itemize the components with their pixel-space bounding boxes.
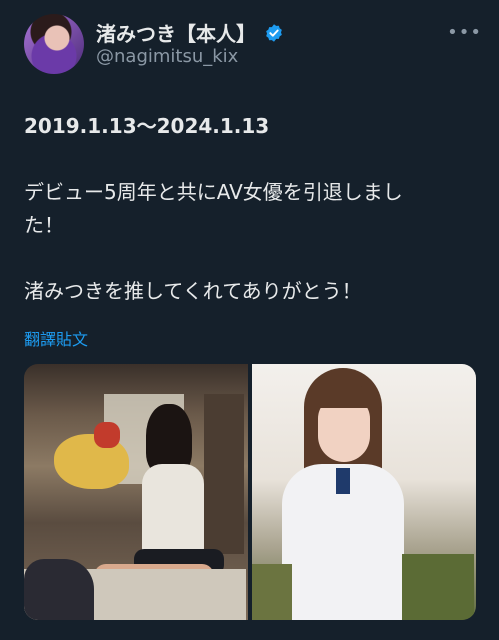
avatar[interactable] [24, 14, 84, 74]
tweet-text: 2019.1.13〜2024.1.13 デビュー5周年と共にAV女優を引退しまし… [24, 110, 474, 308]
announcement-line-1: デビュー5周年と共にAV女優を引退しまし [24, 180, 403, 204]
announcement-line-2: た！ [24, 213, 64, 237]
photo-bedroom[interactable] [24, 364, 248, 620]
verified-badge-icon [266, 23, 282, 42]
date-range-text: 2019.1.13〜2024.1.13 [24, 114, 270, 138]
translate-post-link[interactable]: 翻譯貼文 [24, 326, 88, 350]
media-grid [24, 364, 476, 620]
user-handle[interactable]: @nagimitsu_kix [96, 46, 238, 67]
photo-portrait[interactable] [252, 364, 476, 620]
tweet-header: 渚みつき【本人】 @nagimitsu_kix ••• [24, 14, 484, 76]
name-row: 渚みつき【本人】 [96, 18, 284, 47]
display-name[interactable]: 渚みつき【本人】 [96, 18, 256, 47]
thanks-line: 渚みつきを推してくれてありがとう！ [24, 279, 362, 303]
more-options-button[interactable]: ••• [447, 22, 482, 43]
